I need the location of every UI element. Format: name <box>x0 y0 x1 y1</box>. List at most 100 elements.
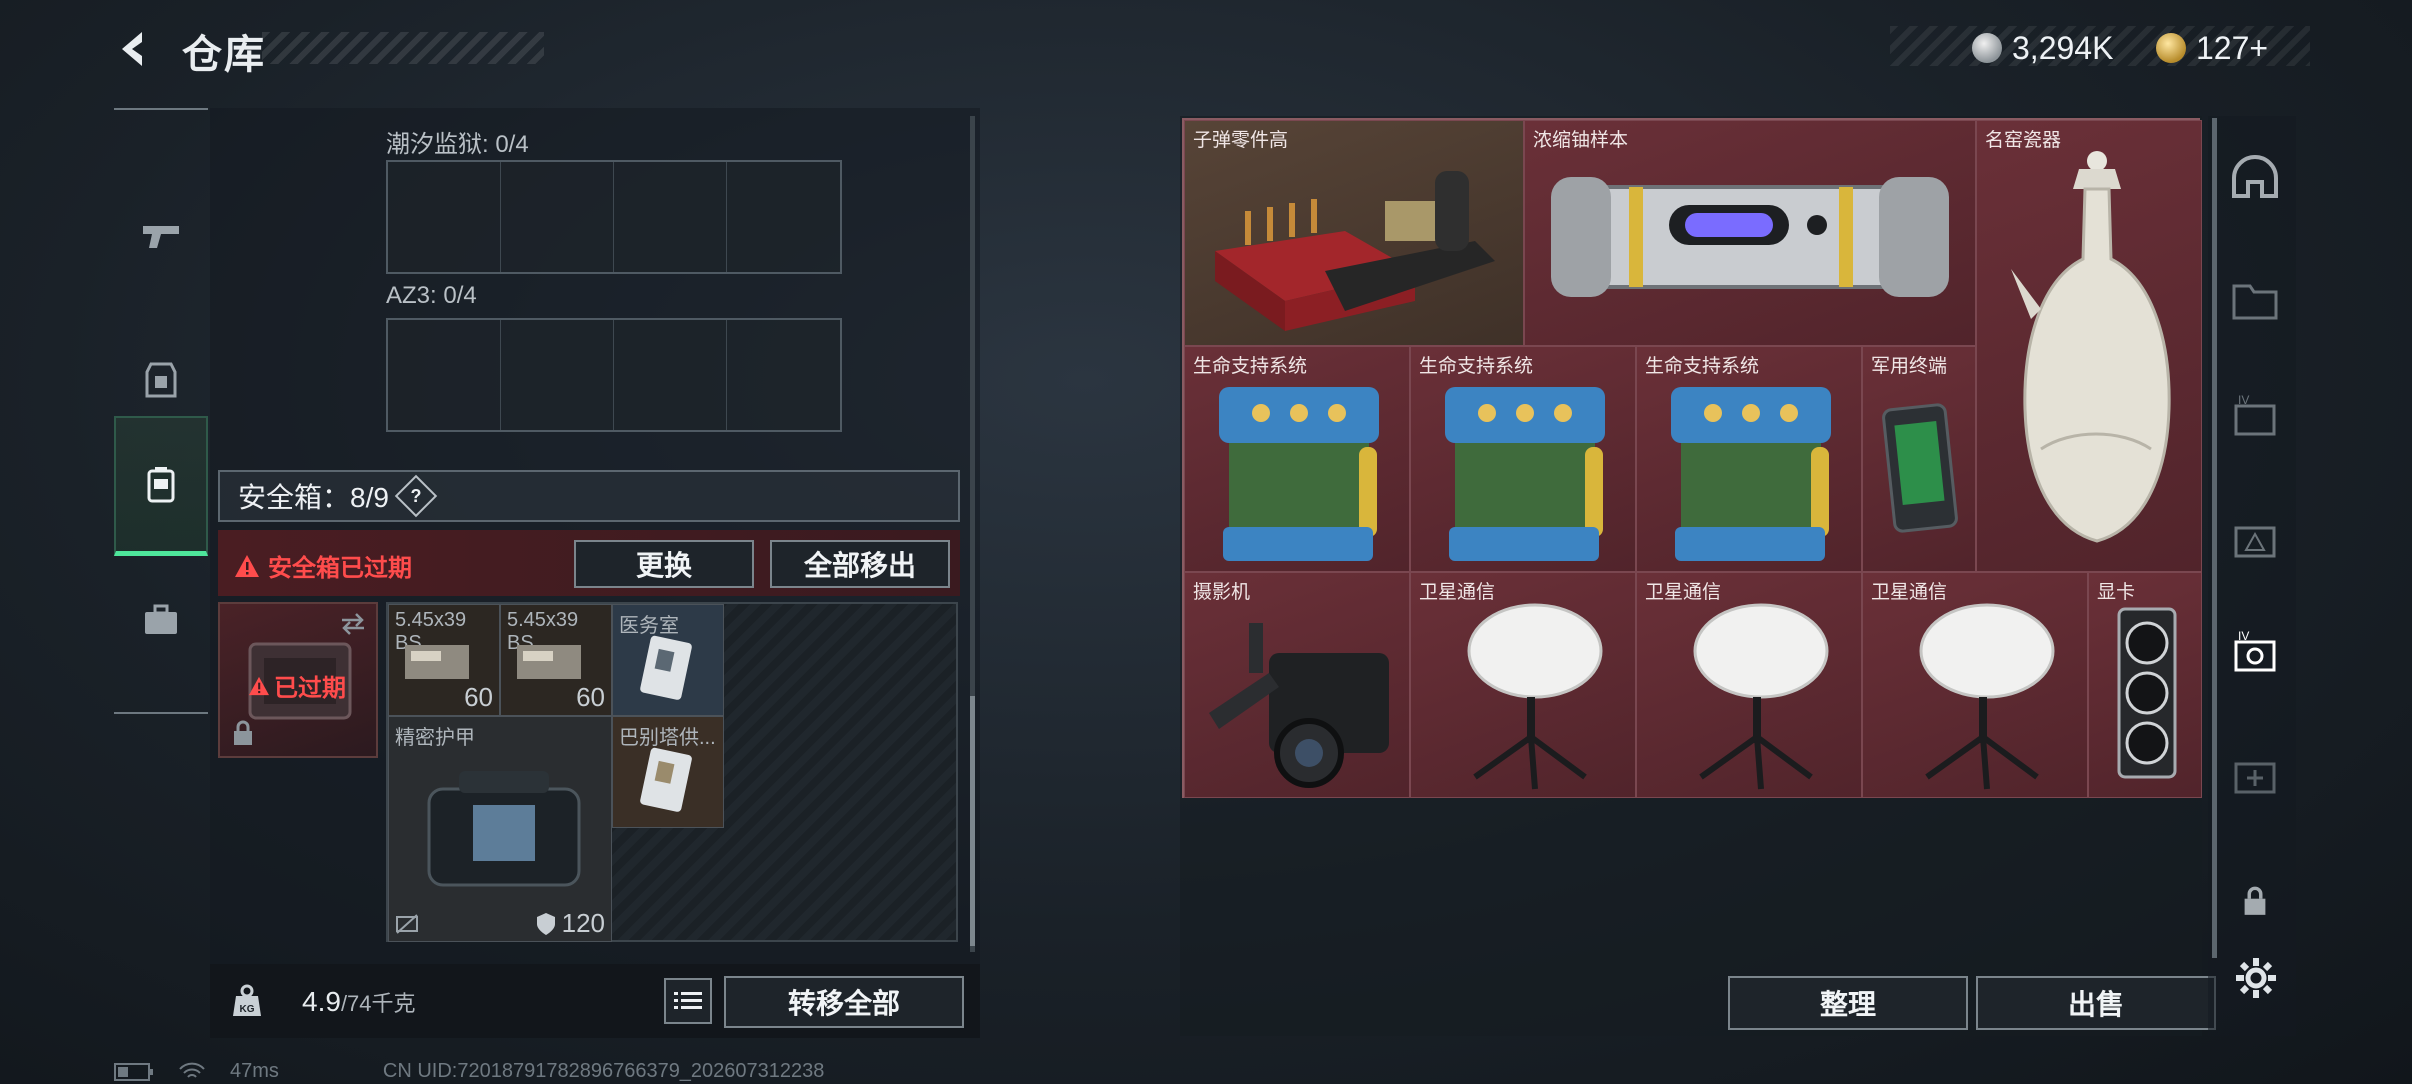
stash-item-satellite[interactable]: 卫星通信 <box>1410 572 1636 798</box>
tab-case[interactable] <box>114 550 208 690</box>
stash-item-life-support[interactable]: 生命支持系统 <box>1636 346 1862 572</box>
satellite-dish-icon <box>1919 603 2055 790</box>
sort-button[interactable]: 整理 <box>1728 976 1968 1030</box>
settings-gear-icon[interactable] <box>2234 956 2278 1000</box>
no-insure-icon <box>396 914 418 934</box>
stash-scrollbar[interactable] <box>2212 118 2217 958</box>
inventory-item[interactable]: 5.45x39 BS 60 <box>500 604 612 716</box>
sell-button[interactable]: 出售 <box>1976 976 2216 1030</box>
ammo-box-icon <box>405 645 469 679</box>
replace-button[interactable]: 更换 <box>574 540 754 588</box>
svg-text:KG: KG <box>240 1004 255 1015</box>
help-icon[interactable]: ? <box>394 474 438 518</box>
back-button[interactable] <box>112 26 158 72</box>
porcelain-vase-icon <box>2011 151 2171 543</box>
expired-notice: 安全箱已过期 <box>234 548 412 583</box>
pistol-icon <box>143 226 179 248</box>
satellite-dish-icon <box>1467 603 1603 790</box>
svg-text:IV: IV <box>2238 393 2249 407</box>
list-icon <box>674 992 702 1009</box>
lock-icon <box>234 720 252 745</box>
swap-icon[interactable] <box>338 612 368 636</box>
stash-page-add-icon[interactable] <box>2228 748 2282 802</box>
lock-icon[interactable] <box>2242 886 2268 916</box>
inventory-item[interactable]: 医务室 <box>612 604 724 716</box>
slot-group-grid[interactable] <box>386 160 842 274</box>
shield-icon <box>536 912 555 935</box>
safebox-icon <box>147 466 175 502</box>
item-label: 显卡 <box>2097 582 2136 603</box>
tab-safebox[interactable] <box>114 416 208 556</box>
title-decoration <box>262 32 544 64</box>
item-label: 军用终端 <box>1871 356 1948 377</box>
video-camera-icon <box>1209 623 1389 788</box>
item-label: 精密护甲 <box>395 727 475 749</box>
stash-item-life-support[interactable]: 生命支持系统 <box>1184 346 1410 572</box>
safebox-contents[interactable]: 5.45x39 BS 60 5.45x39 BS 60 医务室 精密护甲 120… <box>386 602 958 942</box>
item-label: 生命支持系统 <box>1645 356 1760 377</box>
stash-grid: 子弹零件高 浓缩铀样本 名窑瓷器 生命支持系统 生命支持系统 生命支持系统 军用… <box>1182 118 2202 798</box>
page-title: 仓库 <box>182 33 266 77</box>
stash-page-warning-icon[interactable] <box>2228 512 2282 566</box>
slot-group-grid[interactable] <box>386 318 842 432</box>
slot-group-label: AZ3: 0/4 <box>386 282 477 309</box>
stash-item-satellite[interactable]: 卫星通信 <box>1862 572 2088 798</box>
case-expired-status: 已过期 <box>248 668 346 703</box>
case-status-text: 已过期 <box>274 675 346 702</box>
inventory-item[interactable]: 5.45x39 BS 60 <box>388 604 500 716</box>
move-all-out-button[interactable]: 全部移出 <box>770 540 950 588</box>
item-label: 浓缩铀样本 <box>1533 130 1629 151</box>
uranium-canister-icon <box>1551 177 1949 297</box>
life-support-icon <box>1219 387 1379 561</box>
stash-page-active-icon[interactable]: IV <box>2228 626 2282 680</box>
currency-gold[interactable]: 127+ <box>2156 28 2268 68</box>
item-label: 生命支持系统 <box>1193 356 1308 377</box>
stash-item-satellite[interactable]: 卫星通信 <box>1636 572 1862 798</box>
wifi-icon <box>179 1062 205 1078</box>
silver-coin-icon <box>1972 33 2002 63</box>
safebox-case-slot[interactable]: 已过期 <box>218 602 378 758</box>
stash-item-military-terminal[interactable]: 军用终端 <box>1862 346 1976 572</box>
home-stash-icon[interactable] <box>2228 152 2282 206</box>
gold-coin-icon <box>2156 33 2186 63</box>
item-label: 生命支持系统 <box>1419 356 1534 377</box>
weight-current: 4.9 <box>302 986 341 1017</box>
battery-icon <box>114 1062 153 1081</box>
stash-item-life-support[interactable]: 生命支持系统 <box>1410 346 1636 572</box>
weight-icon: KG <box>233 984 261 1016</box>
left-tab-rail <box>114 108 208 714</box>
inventory-item[interactable]: 巴别塔供... <box>612 716 724 828</box>
stash-page-4-icon[interactable]: IV <box>2228 390 2282 444</box>
status-bar: 47ms CN UID:7201879178289676637​9_202607… <box>114 1060 824 1083</box>
life-support-icon <box>1445 387 1605 561</box>
currency-silver[interactable]: 3,294K <box>1972 28 2113 68</box>
item-label: 名窑瓷器 <box>1985 130 2062 151</box>
folder-stash-icon[interactable] <box>2228 274 2282 328</box>
help-label: ? <box>410 485 422 506</box>
back-arrow-icon <box>122 32 142 66</box>
stash-item-ammo-parts[interactable]: 子弹零件高 <box>1184 120 1524 346</box>
item-count: 120 <box>561 908 605 938</box>
weight-readout: 4.9/74千克 <box>302 986 416 1018</box>
stash-item-gpu[interactable]: 显卡 <box>2088 572 2202 798</box>
currency-silver-value: 3,294K <box>2012 29 2114 66</box>
currency-gold-value: 127+ <box>2196 29 2269 66</box>
safebox-scrollbar-thumb[interactable] <box>970 696 975 946</box>
graphics-card-icon <box>2117 607 2177 779</box>
stash-item-uranium-sample[interactable]: 浓缩铀样本 <box>1524 120 1976 346</box>
stash-item-camera[interactable]: 摄影机 <box>1184 572 1410 798</box>
briefcase-icon <box>145 604 177 634</box>
warning-icon <box>249 676 269 695</box>
tab-weapon[interactable] <box>114 166 208 306</box>
transfer-all-button[interactable]: 转移全部 <box>724 976 964 1028</box>
list-view-button[interactable] <box>664 978 712 1024</box>
military-terminal-icon <box>1882 403 1958 533</box>
item-label: 摄影机 <box>1193 582 1251 603</box>
satellite-dish-icon <box>1693 603 1829 790</box>
inventory-item[interactable]: 精密护甲 120 <box>388 716 612 942</box>
ammo-box-icon <box>517 645 581 679</box>
weight-max: /74千克 <box>340 991 416 1016</box>
warning-icon <box>235 554 259 577</box>
stash-item-porcelain[interactable]: 名窑瓷器 <box>1976 120 2202 572</box>
svg-text:IV: IV <box>2238 629 2249 643</box>
